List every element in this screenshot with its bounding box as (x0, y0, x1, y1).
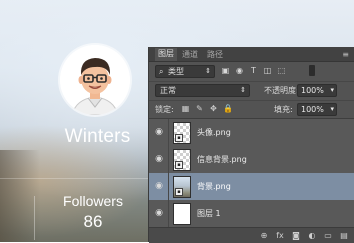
search-icon: ⌕ (159, 67, 164, 76)
tab-channels[interactable]: 通道 (179, 49, 201, 61)
layer-row[interactable]: ◉ ▪ 信息背景.png (149, 146, 354, 174)
layer-row-selected[interactable]: ◉ ▪ 背景.png (149, 173, 354, 201)
panel-tab-bar: 图层 通道 路径 ≡ (149, 47, 354, 62)
fill-value: 100% (301, 105, 324, 114)
visibility-divider (168, 119, 169, 146)
smart-object-icon: ▪ (175, 134, 183, 142)
stats-divider (34, 196, 35, 240)
layer-name: 背景.png (197, 182, 231, 191)
tab-layers[interactable]: 图层 (155, 48, 177, 61)
layer-thumbnail (173, 203, 191, 225)
fill-label: 填充: (274, 105, 293, 114)
blend-mode-select[interactable]: 正常 ⇕ (155, 84, 250, 97)
lock-pixels-icon[interactable]: ✎ (195, 104, 204, 113)
filter-kind-label: 类型 (168, 67, 184, 76)
eye-icon[interactable]: ◉ (154, 181, 164, 191)
followers-label: Followers (63, 193, 123, 209)
layer-row[interactable]: ◉ 图层 1 (149, 200, 354, 228)
lock-row: 锁定: ▦ ✎ ✥ 🔒 填充: 100% ▾ (149, 100, 354, 117)
eye-icon[interactable]: ◉ (154, 208, 164, 218)
blend-mode-label: 正常 (160, 86, 176, 95)
opacity-label: 不透明度: (264, 86, 299, 95)
opacity-value: 100% (301, 86, 324, 95)
profile-divider (0, 178, 148, 179)
lock-position-icon[interactable]: ✥ (209, 104, 218, 113)
panel-menu-icon[interactable]: ≡ (342, 50, 349, 59)
avatar-illustration (60, 45, 130, 115)
filter-type-icon[interactable]: T (249, 66, 258, 75)
layer-name: 信息背景.png (197, 155, 247, 164)
panel-footer: ⊕ fx ◙ ◐ ▭ ▤ (149, 227, 354, 243)
filter-row: ⌕ 类型 ⇕ ▣ ◉ T ◫ ⬚ (149, 63, 354, 79)
filter-pixel-icon[interactable]: ▣ (221, 66, 230, 75)
tab-paths[interactable]: 路径 (204, 49, 226, 61)
filter-shape-icon[interactable]: ◫ (263, 66, 272, 75)
select-arrows-icon: ⇕ (240, 86, 246, 94)
opacity-field[interactable]: 100% ▾ (297, 84, 337, 97)
avatar[interactable] (60, 45, 130, 115)
select-arrows-icon: ⇕ (205, 67, 211, 75)
visibility-divider (168, 173, 169, 200)
new-group-icon[interactable]: ▭ (323, 231, 333, 240)
mask-icon[interactable]: ◙ (291, 231, 301, 240)
layer-thumbnail: ▪ (173, 176, 191, 198)
lock-all-icon[interactable]: 🔒 (223, 104, 233, 113)
fx-icon[interactable]: fx (275, 231, 285, 240)
lock-transparent-icon[interactable]: ▦ (181, 104, 190, 113)
smart-object-icon: ▪ (175, 188, 183, 196)
user-name: Winters (64, 126, 131, 147)
layers-panel: 图层 通道 路径 ≡ ⌕ 类型 ⇕ ▣ ◉ T ◫ ⬚ 正常 ⇕ 不透明度: 1… (148, 47, 354, 243)
blend-row: 正常 ⇕ 不透明度: 100% ▾ (149, 81, 354, 98)
followers-count: 86 (83, 212, 103, 231)
layer-list: ◉ ▪ 头像.png ◉ ▪ 信息背景.png ◉ ▪ 背景.png ◉ 图层 … (149, 118, 354, 228)
filter-adjustment-icon[interactable]: ◉ (235, 66, 244, 75)
eye-icon[interactable]: ◉ (154, 127, 164, 137)
filter-kind-select[interactable]: ⌕ 类型 ⇕ (155, 65, 215, 78)
layer-thumbnail: ▪ (173, 122, 191, 144)
layer-name: 头像.png (197, 128, 231, 137)
smart-object-icon: ▪ (175, 161, 183, 169)
visibility-divider (168, 146, 169, 173)
lock-label: 锁定: (155, 105, 174, 114)
layer-thumbnail: ▪ (173, 149, 191, 171)
fill-field[interactable]: 100% ▾ (297, 103, 337, 116)
visibility-divider (168, 200, 169, 227)
eye-icon[interactable]: ◉ (154, 154, 164, 164)
adjustment-layer-icon[interactable]: ◐ (307, 231, 317, 240)
layer-row[interactable]: ◉ ▪ 头像.png (149, 119, 354, 147)
filter-toggle[interactable] (309, 65, 315, 76)
chevron-down-icon: ▾ (330, 105, 334, 113)
link-layers-icon[interactable]: ⊕ (259, 231, 269, 240)
new-layer-icon[interactable]: ▤ (339, 231, 349, 240)
chevron-down-icon: ▾ (330, 86, 334, 94)
filter-smart-object-icon[interactable]: ⬚ (277, 66, 286, 75)
layer-name: 图层 1 (197, 209, 221, 218)
